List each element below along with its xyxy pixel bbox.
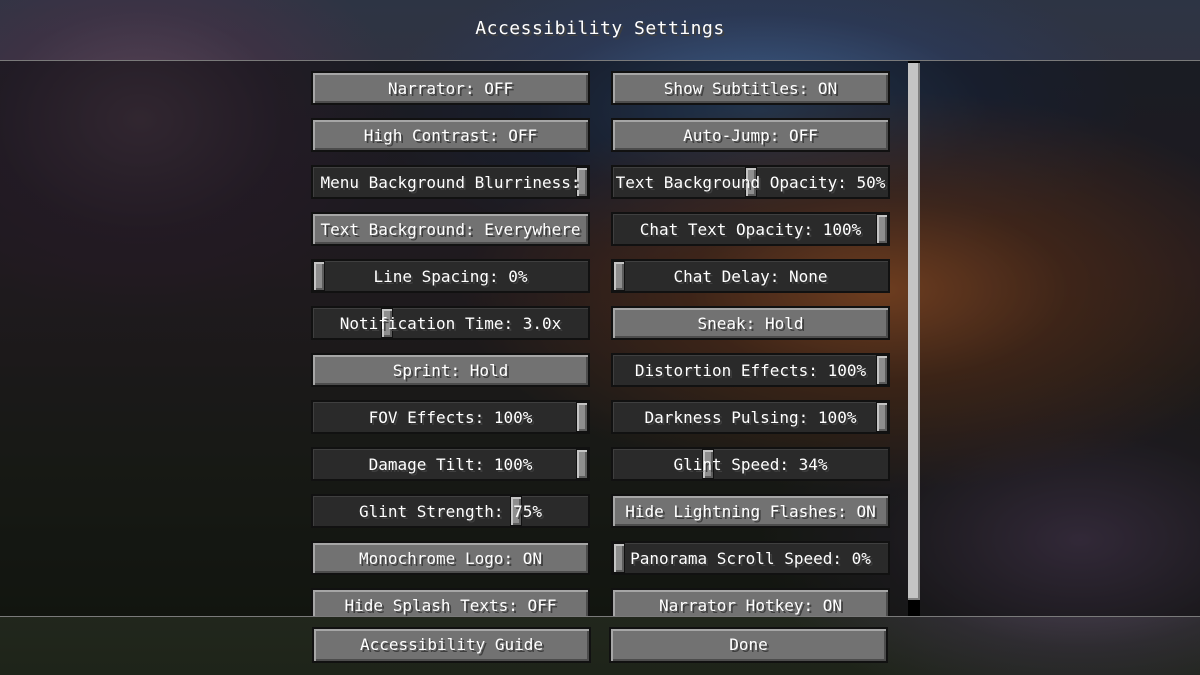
- glint-speed-label: Glint Speed: 34%: [673, 455, 828, 474]
- sneak-label: Sneak: Hold: [697, 314, 804, 333]
- narrator-button[interactable]: Narrator: OFF: [311, 71, 590, 105]
- distortion-effects-slider[interactable]: Distortion Effects: 100%: [611, 353, 890, 387]
- scrollbar[interactable]: [908, 61, 920, 616]
- panorama-scroll-speed-slider[interactable]: Panorama Scroll Speed: 0%: [611, 541, 890, 575]
- show-subtitles-button[interactable]: Show Subtitles: ON: [611, 71, 890, 105]
- glint-strength-slider[interactable]: Glint Strength: 75%: [311, 494, 590, 528]
- damage-tilt-slider[interactable]: Damage Tilt: 100%: [311, 447, 590, 481]
- show-subtitles-label: Show Subtitles: ON: [663, 79, 838, 98]
- options-list[interactable]: Narrator: OFF Show Subtitles: ON High Cont…: [0, 60, 1200, 617]
- text-background-button[interactable]: Text Background: Everywhere: [311, 212, 590, 246]
- menu-background-blurriness-label: Menu Background Blurriness:: [320, 173, 581, 192]
- narrator-label: Narrator: OFF: [387, 79, 514, 98]
- notification-time-label: Notification Time: 3.0x: [339, 314, 562, 333]
- page-title: Accessibility Settings: [475, 18, 725, 39]
- darkness-pulsing-slider-handle[interactable]: [876, 402, 888, 432]
- high-contrast-label: High Contrast: OFF: [363, 126, 538, 145]
- hide-splash-texts-label: Hide Splash Texts: OFF: [344, 596, 557, 615]
- sprint-button[interactable]: Sprint: Hold: [311, 353, 590, 387]
- done-button[interactable]: Done: [609, 627, 888, 663]
- menu-background-blurriness-slider[interactable]: Menu Background Blurriness:: [311, 165, 590, 199]
- options-grid: Narrator: OFF Show Subtitles: ON High Cont…: [311, 71, 891, 616]
- auto-jump-label: Auto-Jump: OFF: [683, 126, 818, 145]
- monochrome-logo-button[interactable]: Monochrome Logo: ON: [311, 541, 590, 575]
- chat-delay-label: Chat Delay: None: [673, 267, 828, 286]
- line-spacing-label: Line Spacing: 0%: [373, 267, 528, 286]
- line-spacing-slider[interactable]: Line Spacing: 0%: [311, 259, 590, 293]
- chat-text-opacity-label: Chat Text Opacity: 100%: [639, 220, 862, 239]
- fov-effects-slider-handle[interactable]: [576, 402, 588, 432]
- chat-delay-slider[interactable]: Chat Delay: None: [611, 259, 890, 293]
- accessibility-guide-label: Accessibility Guide: [359, 635, 544, 654]
- damage-tilt-slider-handle[interactable]: [576, 449, 588, 479]
- glint-strength-label: Glint Strength: 75%: [358, 502, 543, 521]
- notification-time-slider[interactable]: Notification Time: 3.0x: [311, 306, 590, 340]
- sprint-label: Sprint: Hold: [392, 361, 509, 380]
- damage-tilt-label: Damage Tilt: 100%: [368, 455, 533, 474]
- sneak-button[interactable]: Sneak: Hold: [611, 306, 890, 340]
- darkness-pulsing-slider[interactable]: Darkness Pulsing: 100%: [611, 400, 890, 434]
- text-background-label: Text Background: Everywhere: [320, 220, 581, 239]
- auto-jump-button[interactable]: Auto-Jump: OFF: [611, 118, 890, 152]
- line-spacing-slider-handle[interactable]: [313, 261, 325, 291]
- scrollbar-thumb[interactable]: [908, 63, 920, 600]
- chat-text-opacity-slider[interactable]: Chat Text Opacity: 100%: [611, 212, 890, 246]
- high-contrast-button[interactable]: High Contrast: OFF: [311, 118, 590, 152]
- fov-effects-label: FOV Effects: 100%: [368, 408, 533, 427]
- panorama-scroll-speed-slider-handle[interactable]: [613, 543, 625, 573]
- panorama-scroll-speed-label: Panorama Scroll Speed: 0%: [630, 549, 871, 568]
- glint-speed-slider[interactable]: Glint Speed: 34%: [611, 447, 890, 481]
- distortion-effects-slider-handle[interactable]: [876, 355, 888, 385]
- distortion-effects-label: Distortion Effects: 100%: [634, 361, 867, 380]
- chat-text-opacity-slider-handle[interactable]: [876, 214, 888, 244]
- narrator-hotkey-button[interactable]: Narrator Hotkey: ON: [611, 588, 890, 616]
- text-background-opacity-label: Text Background Opacity: 50%: [615, 173, 886, 192]
- done-label: Done: [729, 635, 768, 654]
- hide-lightning-flashes-button[interactable]: Hide Lightning Flashes: ON: [611, 494, 890, 528]
- fov-effects-slider[interactable]: FOV Effects: 100%: [311, 400, 590, 434]
- chat-delay-slider-handle[interactable]: [613, 261, 625, 291]
- hide-lightning-flashes-label: Hide Lightning Flashes: ON: [625, 502, 876, 521]
- narrator-hotkey-label: Narrator Hotkey: ON: [658, 596, 843, 615]
- text-background-opacity-slider[interactable]: Text Background Opacity: 50%: [611, 165, 890, 199]
- monochrome-logo-label: Monochrome Logo: ON: [358, 549, 543, 568]
- accessibility-guide-button[interactable]: Accessibility Guide: [312, 627, 591, 663]
- darkness-pulsing-label: Darkness Pulsing: 100%: [644, 408, 857, 427]
- hide-splash-texts-button[interactable]: Hide Splash Texts: OFF: [311, 588, 590, 616]
